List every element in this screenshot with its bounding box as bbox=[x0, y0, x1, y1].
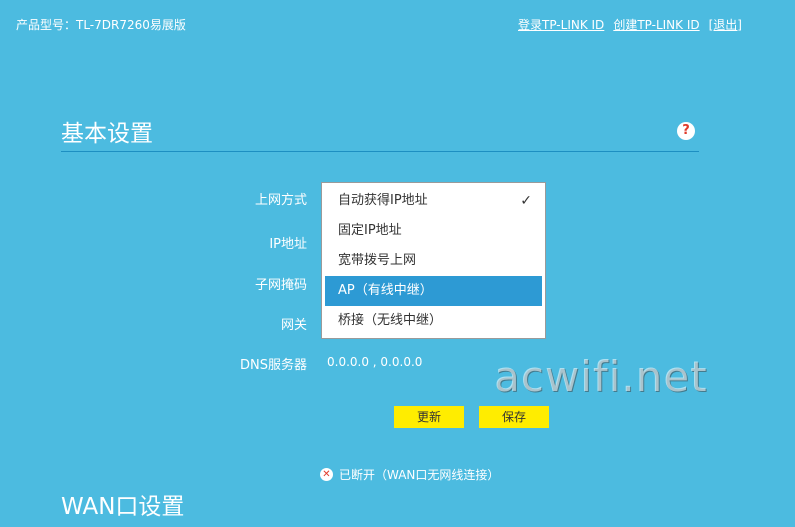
create-tplink-id-link[interactable]: 创建TP-LINK ID bbox=[613, 16, 699, 33]
label-ip-address: IP地址 bbox=[269, 237, 307, 252]
option-label: 自动获得IP地址 bbox=[338, 193, 428, 208]
checkmark-icon: ✓ bbox=[520, 193, 532, 209]
status-text: 已断开（WAN口无网线连接） bbox=[339, 468, 500, 482]
option-ap-wired[interactable]: AP（有线中继） bbox=[325, 276, 542, 306]
option-label: 固定IP地址 bbox=[338, 223, 402, 238]
x-circle-icon: ✕ bbox=[320, 468, 333, 481]
refresh-button[interactable]: 更新 bbox=[394, 406, 464, 428]
top-links: 登录TP-LINK ID 创建TP-LINK ID [退出] bbox=[518, 16, 742, 33]
product-model: 产品型号：TL-7DR7260易展版 bbox=[16, 18, 186, 32]
label-connection-type: 上网方式 bbox=[254, 193, 307, 208]
label-gateway: 网关 bbox=[280, 318, 307, 333]
help-icon[interactable]: ? bbox=[677, 122, 695, 140]
option-dhcp[interactable]: 自动获得IP地址 ✓ bbox=[325, 186, 542, 216]
dns-value: 0.0.0.0 , 0.0.0.0 bbox=[327, 355, 423, 369]
option-label: 宽带拨号上网 bbox=[338, 253, 417, 268]
label-dns-server: DNS服务器 bbox=[240, 358, 307, 373]
save-button[interactable]: 保存 bbox=[479, 406, 549, 428]
connection-status: ✕ 已断开（WAN口无网线连接） bbox=[320, 466, 499, 483]
section-divider bbox=[61, 151, 699, 152]
option-label: 桥接（无线中继） bbox=[338, 313, 443, 328]
label-subnet-mask: 子网掩码 bbox=[254, 278, 307, 293]
watermark: acwifi.net bbox=[494, 352, 708, 401]
section-title-basic: 基本设置 bbox=[61, 121, 153, 147]
option-label: AP（有线中继） bbox=[338, 283, 433, 298]
connection-type-dropdown[interactable]: 自动获得IP地址 ✓ 固定IP地址 宽带拨号上网 AP（有线中继） 桥接（无线中… bbox=[321, 182, 546, 339]
section-title-wan: WAN口设置 bbox=[61, 494, 185, 520]
login-tplink-id-link[interactable]: 登录TP-LINK ID bbox=[518, 16, 604, 33]
logout-link[interactable]: [退出] bbox=[709, 16, 742, 33]
option-pppoe[interactable]: 宽带拨号上网 bbox=[325, 246, 542, 276]
option-bridge-wireless[interactable]: 桥接（无线中继） bbox=[325, 306, 542, 336]
option-static-ip[interactable]: 固定IP地址 bbox=[325, 216, 542, 246]
